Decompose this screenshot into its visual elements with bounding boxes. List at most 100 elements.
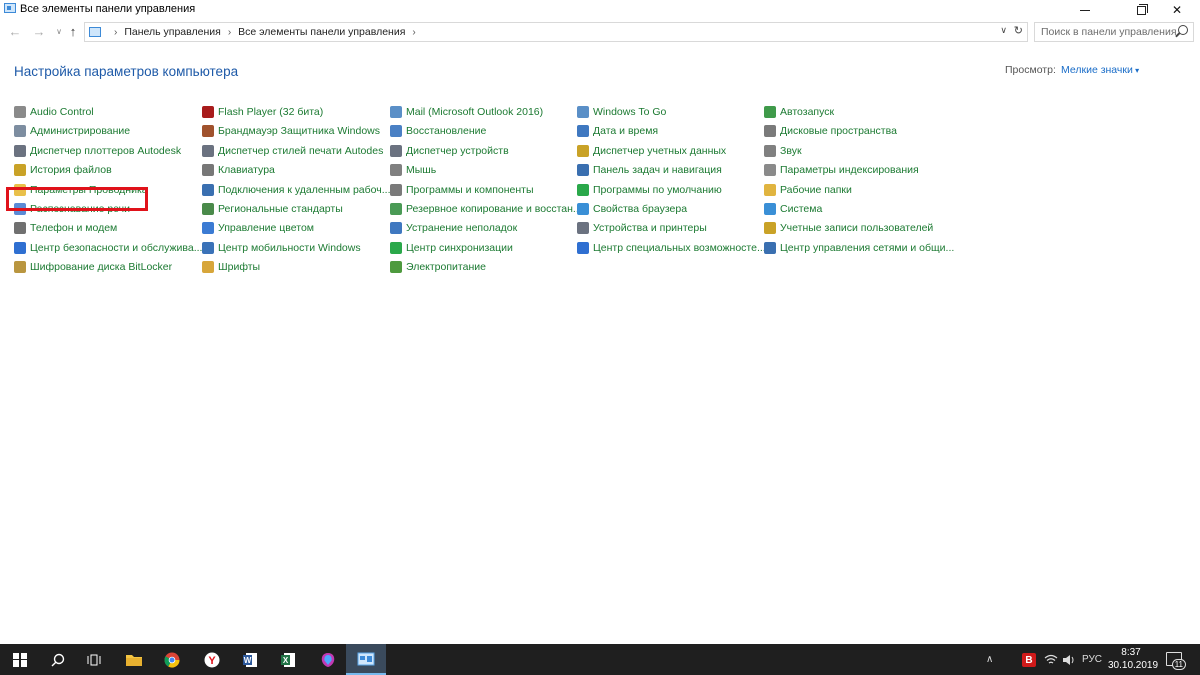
control-panel-item[interactable]: Телефон и модем xyxy=(14,219,117,237)
control-panel-item[interactable]: Подключения к удаленным рабоч... xyxy=(202,181,391,199)
control-panel-item[interactable]: Брандмауэр Защитника Windows xyxy=(202,122,380,140)
control-panel-item[interactable]: Центр специальных возможносте... xyxy=(577,239,766,257)
item-label: Автозапуск xyxy=(780,106,835,118)
folder-icon xyxy=(126,654,142,666)
control-panel-item[interactable]: Система xyxy=(764,200,822,218)
volume-icon[interactable] xyxy=(1062,644,1076,675)
firewall-icon xyxy=(202,125,214,138)
item-label: Дата и время xyxy=(593,125,659,138)
back-button[interactable]: ← xyxy=(6,23,24,41)
control-panel-item[interactable]: Параметры индексирования xyxy=(764,161,919,179)
minimize-button[interactable] xyxy=(1062,0,1108,20)
item-label: Windows To Go xyxy=(593,106,667,118)
control-panel-item[interactable]: Дата и время xyxy=(577,122,658,140)
file-history-icon xyxy=(14,164,26,177)
control-panel-item[interactable]: Диспетчер устройств xyxy=(390,142,509,160)
control-panel-item[interactable]: Центр синхронизации xyxy=(390,239,513,257)
breadcrumb-all-items[interactable]: Все элементы панели управления xyxy=(238,26,405,38)
control-panel-item[interactable]: Электропитание xyxy=(390,258,486,276)
address-bar[interactable]: › Панель управления › Все элементы панел… xyxy=(84,22,1028,42)
task-view-button[interactable] xyxy=(74,644,114,675)
chrome-button[interactable] xyxy=(152,644,192,675)
yandex-browser-button[interactable]: Y xyxy=(192,644,232,675)
control-panel-item[interactable]: Windows To Go xyxy=(577,103,666,121)
breadcrumb-control-panel[interactable]: Панель управления xyxy=(124,26,220,38)
highlight-box xyxy=(6,187,148,211)
excel-button[interactable]: X xyxy=(268,644,308,675)
control-panel-item[interactable]: Mail (Microsoft Outlook 2016) xyxy=(390,103,543,121)
control-panel-item[interactable]: Audio Control xyxy=(14,103,94,121)
control-panel-item[interactable]: Шифрование диска BitLocker xyxy=(14,258,172,276)
control-panel-item[interactable]: Программы и компоненты xyxy=(390,181,534,199)
item-label: Центр мобильности Windows xyxy=(218,241,361,254)
control-panel-item[interactable]: Диспетчер плоттеров Autodesk xyxy=(14,142,181,160)
control-panel-item[interactable]: Восстановление xyxy=(390,122,486,140)
item-label: Устройства и принтеры xyxy=(593,222,707,235)
audio-control-icon xyxy=(14,106,26,118)
search-icon xyxy=(51,653,65,666)
control-panel-item[interactable]: Свойства браузера xyxy=(577,200,687,218)
control-panel-item[interactable]: Центр управления сетями и общи... xyxy=(764,239,954,257)
control-panel-item[interactable]: Региональные стандарты xyxy=(202,200,343,218)
address-dropdown-icon[interactable]: ∨ xyxy=(1000,25,1007,36)
control-panel-item[interactable]: Учетные записи пользователей xyxy=(764,219,933,237)
chevron-right-icon[interactable]: › xyxy=(114,27,117,38)
control-panel-item[interactable]: Шрифты xyxy=(202,258,260,276)
forward-button[interactable]: → xyxy=(30,23,48,41)
start-button[interactable] xyxy=(0,644,40,675)
tray-app-badge[interactable]: B xyxy=(1022,653,1036,667)
control-panel-item[interactable]: Flash Player (32 бита) xyxy=(202,103,323,121)
clock[interactable]: 8:37 30.10.2019 xyxy=(1108,646,1158,672)
item-label: Шифрование диска BitLocker xyxy=(30,261,173,274)
user-accounts-icon xyxy=(764,222,776,235)
chevron-right-icon[interactable]: › xyxy=(228,27,231,38)
network-icon[interactable] xyxy=(1044,644,1058,675)
control-panel-item[interactable]: Звук xyxy=(764,142,802,160)
recovery-icon xyxy=(390,125,402,138)
paint-3d-button[interactable] xyxy=(308,644,348,675)
control-panel-item[interactable]: Мышь xyxy=(390,161,436,179)
control-panel-item[interactable]: История файлов xyxy=(14,161,112,179)
control-panel-item[interactable]: Устранение неполадок xyxy=(390,219,517,237)
svg-text:X: X xyxy=(283,656,289,665)
control-panel-item[interactable]: Резервное копирование и восстан... xyxy=(390,200,582,218)
control-panel-item[interactable]: Устройства и принтеры xyxy=(577,219,707,237)
control-panel-item[interactable]: Дисковые пространства xyxy=(764,122,897,140)
item-label: Audio Control xyxy=(30,106,94,118)
item-label: Панель задач и навигация xyxy=(593,164,722,177)
item-label: Управление цветом xyxy=(218,222,315,235)
taskbar-search-button[interactable] xyxy=(38,644,78,675)
view-by-dropdown[interactable]: Мелкие значки xyxy=(1061,64,1139,76)
action-center-button[interactable]: 11 xyxy=(1166,652,1186,670)
control-panel-item[interactable]: Управление цветом xyxy=(202,219,314,237)
fonts-icon xyxy=(202,261,214,274)
control-panel-item[interactable]: Центр безопасности и обслужива... xyxy=(14,239,202,257)
control-panel-item[interactable]: Клавиатура xyxy=(202,161,275,179)
keyboard-icon xyxy=(202,164,214,177)
item-label: Электропитание xyxy=(406,261,486,274)
control-panel-item[interactable]: Программы по умолчанию xyxy=(577,181,722,199)
programs-features-icon xyxy=(390,183,402,196)
word-button[interactable]: W xyxy=(230,644,270,675)
item-label: Центр специальных возможносте... xyxy=(593,241,766,254)
file-explorer-button[interactable] xyxy=(114,644,154,675)
refresh-icon[interactable]: ↻ xyxy=(1014,24,1023,37)
credential-manager-icon xyxy=(577,144,589,157)
control-panel-item[interactable]: Панель задач и навигация xyxy=(577,161,722,179)
control-panel-item[interactable]: Диспетчер учетных данных xyxy=(577,142,726,160)
item-label: История файлов xyxy=(30,164,112,177)
control-panel-item[interactable]: Рабочие папки xyxy=(764,181,852,199)
up-button[interactable]: ↑ xyxy=(64,23,82,41)
search-input[interactable]: Поиск в панели управления xyxy=(1034,22,1194,42)
chevron-right-icon[interactable]: › xyxy=(412,27,415,38)
control-panel-item[interactable]: Центр мобильности Windows xyxy=(202,239,361,257)
control-panel-item[interactable]: Автозапуск xyxy=(764,103,834,121)
close-button[interactable]: ✕ xyxy=(1154,0,1200,20)
control-panel-item[interactable]: Диспетчер стилей печати Autodes xyxy=(202,142,383,160)
excel-icon: X xyxy=(281,652,295,667)
control-panel-taskbar-button[interactable] xyxy=(346,644,386,675)
control-panel-icon xyxy=(357,652,375,665)
control-panel-item[interactable]: Администрирование xyxy=(14,122,130,140)
show-hidden-icons[interactable]: ∧ xyxy=(986,644,993,675)
language-indicator[interactable]: РУС xyxy=(1082,644,1102,675)
